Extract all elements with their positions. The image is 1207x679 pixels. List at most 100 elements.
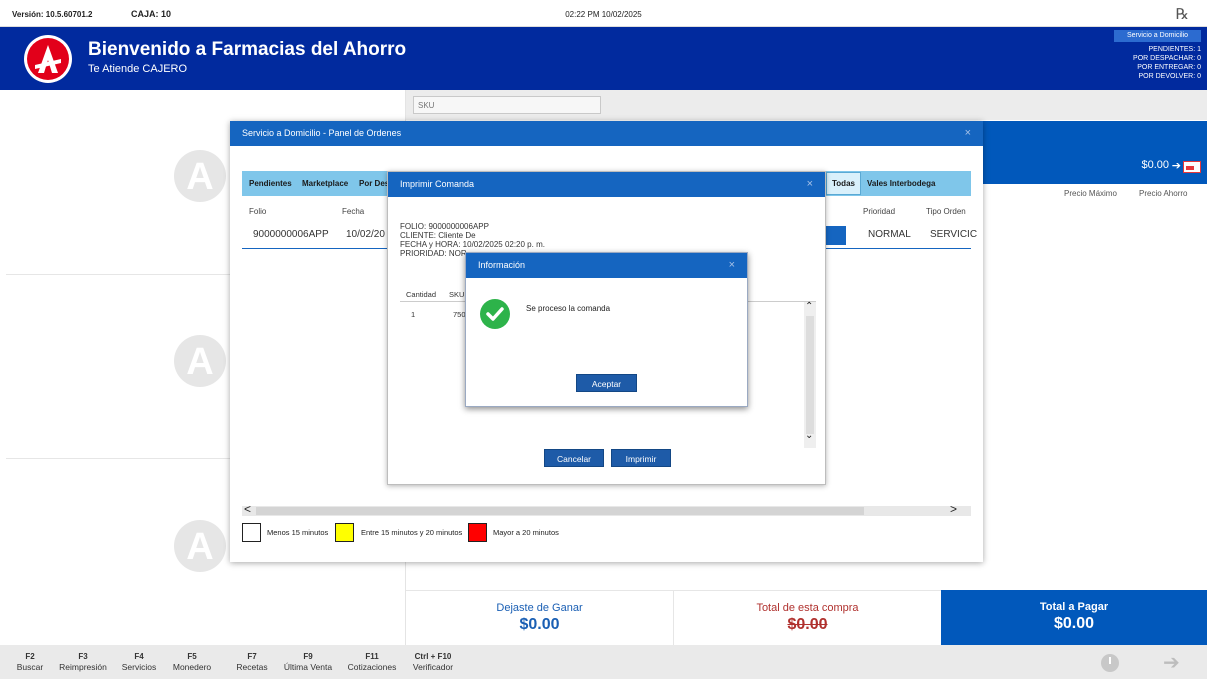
ordenes-panel-title: Servicio a Domicilio - Panel de Ordenes <box>242 128 402 138</box>
precio-maximo-header: Precio Máximo <box>1064 189 1117 198</box>
total-pagar-box: Total a Pagar $0.00 <box>941 590 1207 645</box>
watermark-logo-icon: A <box>174 150 226 202</box>
item-sku: 750 <box>453 310 466 319</box>
fkey-recetas[interactable]: F7 Recetas <box>233 652 271 672</box>
row-prioridad: NORMAL <box>868 229 911 240</box>
item-cantidad: 1 <box>411 310 416 319</box>
fkey-code: F9 <box>303 652 313 661</box>
col-fecha: Fecha <box>342 207 365 216</box>
fkey-label: Buscar <box>16 662 44 672</box>
scroll-down-icon[interactable]: ⌄ <box>805 430 813 441</box>
stat-por-entregar: POR ENTREGAR: 0 <box>1137 64 1201 71</box>
stat-por-devolver: POR DEVOLVER: 0 <box>1138 73 1201 80</box>
tab-vales-interbodega[interactable]: Vales Interbodega <box>867 171 935 196</box>
legend-label: Entre 15 minutos y 20 minutos <box>361 528 463 537</box>
next-arrow-icon[interactable]: ➔ <box>1163 650 1180 675</box>
fkey-code: F5 <box>187 652 197 661</box>
cashier-subtitle: Te Atiende CAJERO <box>88 63 188 75</box>
fkey-code: F7 <box>247 652 257 661</box>
close-icon[interactable]: × <box>807 172 813 197</box>
fkey-code: F3 <box>78 652 88 661</box>
tab-pendientes[interactable]: Pendientes <box>249 171 292 196</box>
app-header: Bienvenido a Farmacias del Ahorro Te Ati… <box>0 27 1207 90</box>
fkey-servicios[interactable]: F4 Servicios <box>119 652 159 672</box>
info-folio: FOLIO: 9000000006APP <box>400 222 489 231</box>
fkey-code: F11 <box>365 652 379 661</box>
tab-todas[interactable]: Todas <box>826 172 861 195</box>
fkey-ultima-venta[interactable]: F9 Última Venta <box>280 652 336 672</box>
success-check-icon <box>480 299 510 329</box>
fkey-buscar[interactable]: F2 Buscar <box>16 652 44 672</box>
legend-label: Mayor a 20 minutos <box>493 528 559 537</box>
arrow-icon: ➔ <box>1171 160 1181 172</box>
status-bar: Versión: 10.5.60701.2 CAJA: 10 02:22 PM … <box>0 0 1207 27</box>
precio-ahorro-header: Precio Ahorro <box>1139 189 1188 198</box>
fkey-code: F2 <box>25 652 35 661</box>
dejaste-label: Dejaste de Ganar <box>496 602 583 614</box>
monedero-amount: $0.00 <box>1141 159 1169 171</box>
fkey-label: Recetas <box>236 662 268 672</box>
legend-label: Menos 15 minutos <box>267 528 329 537</box>
legend-swatch <box>468 523 487 542</box>
watermark-logo-icon: A <box>174 335 226 387</box>
fkey-label: Servicios <box>121 662 157 672</box>
imprimir-button[interactable]: Imprimir <box>611 449 671 467</box>
scroll-right-icon[interactable]: > <box>950 502 957 516</box>
legend-swatch <box>242 523 261 542</box>
fkey-code: Ctrl + F10 <box>414 652 452 661</box>
sku-input[interactable] <box>413 96 601 114</box>
fkey-label: Verificador <box>412 662 454 672</box>
row-folio[interactable]: 9000000006APP <box>253 229 329 240</box>
comanda-title: Imprimir Comanda <box>400 179 475 189</box>
clock-icon[interactable] <box>1101 654 1119 672</box>
compra-label: Total de esta compra <box>756 602 859 614</box>
vertical-scrollbar[interactable]: ⌃ ⌄ <box>804 301 816 448</box>
info-titlebar: Información × <box>466 253 747 278</box>
aceptar-button[interactable]: Aceptar <box>576 374 637 392</box>
horizontal-scrollbar[interactable]: < > <box>242 502 971 516</box>
scroll-thumb[interactable] <box>256 507 864 515</box>
col-folio: Folio <box>249 207 267 216</box>
fkey-code: F4 <box>134 652 144 661</box>
legend-swatch <box>335 523 354 542</box>
pagar-value: $0.00 <box>1053 615 1095 632</box>
rx-icon[interactable]: ℞ <box>1176 5 1189 23</box>
ordenes-panel-titlebar: Servicio a Domicilio - Panel de Ordenes … <box>230 121 983 146</box>
watermark-logo-icon: A <box>174 520 226 572</box>
scroll-left-icon[interactable]: < <box>244 502 251 516</box>
servicio-domicilio-button[interactable]: Servicio a Domicilio <box>1114 30 1201 42</box>
stat-pendientes: PENDIENTES: 1 <box>1148 46 1201 53</box>
card-icon[interactable] <box>1183 161 1201 173</box>
dejaste-de-ganar-box: Dejaste de Ganar $0.00 <box>406 590 674 645</box>
row-action-button[interactable] <box>826 226 846 245</box>
cancelar-button[interactable]: Cancelar <box>544 449 604 467</box>
fkey-label: Reimpresión <box>59 662 107 672</box>
fkey-label: Cotizaciones <box>347 662 397 672</box>
fkey-cotizaciones[interactable]: F11 Cotizaciones <box>345 652 399 672</box>
fkey-verificador[interactable]: Ctrl + F10 Verificador <box>408 652 458 672</box>
row-tipo: SERVICIC <box>930 229 978 240</box>
scroll-up-icon[interactable]: ⌃ <box>805 301 813 312</box>
info-title: Información <box>478 260 526 270</box>
col-tipo-orden: Tipo Orden <box>926 207 966 216</box>
informacion-dialog: Información × Se proceso la comanda Acep… <box>465 252 748 407</box>
stat-por-despachar: POR DESPACHAR: 0 <box>1133 55 1201 62</box>
info-message: Se proceso la comanda <box>526 304 611 313</box>
farmacias-logo <box>24 35 72 83</box>
monedero-strip: $0.00 ➔ <box>983 121 1207 184</box>
scroll-thumb[interactable] <box>806 316 814 434</box>
tab-marketplace[interactable]: Marketplace <box>302 171 348 196</box>
compra-value: $0.00 <box>787 616 828 633</box>
col-cantidad: Cantidad <box>406 290 437 299</box>
datetime-label: 02:22 PM 10/02/2025 <box>565 10 642 19</box>
fkey-reimpresion[interactable]: F3 Reimpresión <box>55 652 111 672</box>
tab-por-despachar[interactable]: Por Des <box>359 171 389 196</box>
col-prioridad: Prioridad <box>863 207 896 216</box>
fkey-monedero[interactable]: F5 Monedero <box>168 652 216 672</box>
pagar-label: Total a Pagar <box>1039 601 1109 613</box>
close-icon[interactable]: × <box>729 253 735 278</box>
close-icon[interactable]: × <box>965 121 971 146</box>
welcome-title: Bienvenido a Farmacias del Ahorro <box>88 39 407 60</box>
info-cliente: CLIENTE: Cliente De <box>400 231 476 240</box>
delivery-stats: PENDIENTES: 1 POR DESPACHAR: 0 POR ENTRE… <box>1133 45 1201 81</box>
